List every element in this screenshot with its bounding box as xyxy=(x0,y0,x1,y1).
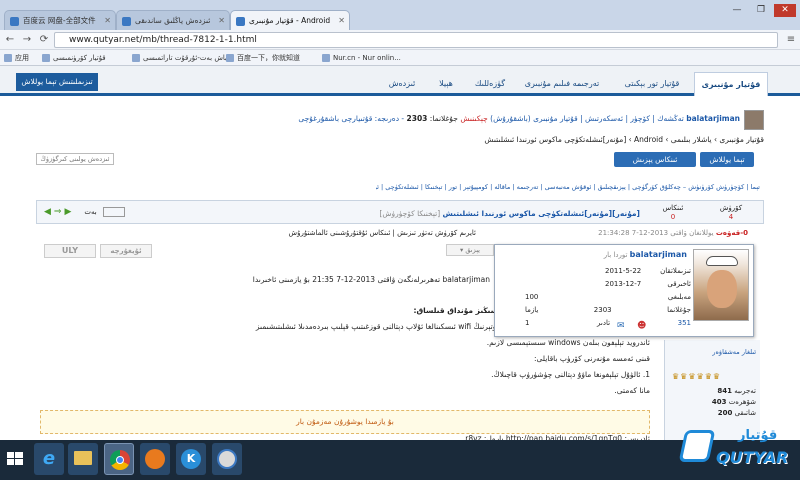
close-tab-icon[interactable]: ✕ xyxy=(218,11,225,30)
username-link[interactable]: balatarjiman xyxy=(686,114,740,123)
cap-shape xyxy=(706,256,738,266)
breadcrumb[interactable]: قۇتيار مۇنبىرى › ياشلار بىلىمى › Android… xyxy=(300,134,764,146)
print-icon[interactable]: ⇒ xyxy=(54,207,62,217)
recorder-icon[interactable] xyxy=(212,443,242,475)
user-links[interactable]: تەڭشەك | كۆچۈر | ئەسكەرتىش | قۇتيار مۇنب… xyxy=(490,114,684,123)
qutyar-icon xyxy=(236,17,245,26)
forward-icon[interactable]: → xyxy=(20,33,34,47)
start-button[interactable] xyxy=(2,443,28,475)
chrome-icon[interactable] xyxy=(104,443,134,475)
close-window-button[interactable]: ✕ xyxy=(774,4,796,17)
font-select[interactable]: ▾ يېزىق xyxy=(446,244,494,256)
thread-title[interactable]: [مۇنەر][مۇنەر]ئىشلەتكۈچى ماكوس ئورنىدا ئ… xyxy=(443,209,640,218)
browser-tabstrip: 百度云 网盘-全部文件 ✕ ئىزدەش ياڭلىق ساندىقى ✕ قۇ… xyxy=(0,0,800,30)
address-bar[interactable]: www.qutyar.net/mb/thread-7812-1-1.html xyxy=(54,32,778,48)
new-thread-button[interactable]: تېما يوللاش xyxy=(700,152,754,167)
author-title: ئىلغار مەشقاۋەر xyxy=(712,348,756,356)
browser-tab-baidu[interactable]: 百度云 网盘-全部文件 ✕ xyxy=(4,10,116,30)
search-input[interactable]: ئىزدەش يولىنى كىرگۈزۈڭ xyxy=(36,153,114,165)
k-app-icon[interactable]: K xyxy=(176,443,206,475)
user-group: - دەرىجە: قۇتىيارچى باشقۇرغۇچى xyxy=(298,114,405,123)
ie-icon[interactable]: e xyxy=(34,443,64,475)
card-stats: 2011-5-22 تىزىملاتقان 2013-12-7 ئاخىرقى 10… xyxy=(525,267,691,327)
side-stats: تەجرىبە 841 شۆھرەت 403 شاتىقى 200 xyxy=(711,387,756,417)
bookmark-apps[interactable]: 应用 xyxy=(4,52,29,64)
avatar-small[interactable] xyxy=(744,110,764,130)
face-shape xyxy=(707,270,737,308)
register-post-button[interactable]: تىزىملىتىش تېما يوللاش xyxy=(16,73,98,91)
page-label: بەت xyxy=(84,208,97,216)
message-icon[interactable]: ✉ xyxy=(617,321,625,331)
card-header: balatarjiman توردا بار xyxy=(603,250,687,259)
prev-arrow-icon[interactable]: ◀ xyxy=(44,207,51,217)
nav-tips[interactable]: ھېيلا xyxy=(426,72,466,96)
pager: ◀ ⇒ ▶ بەت xyxy=(44,206,125,218)
post-date: يوللانغان ۋاقتى 2013-12-7 21:34:28 xyxy=(598,229,714,237)
user-badge-icon: ☻ xyxy=(637,321,647,331)
qutyar-logo-icon xyxy=(678,430,716,462)
post-options[interactable]: ئايرىم كۆرۈش تەتۈر تىزىش | ئىنكاس ئۇقتۇر… xyxy=(46,228,476,238)
views-cell: كۆرۈش 4 xyxy=(719,204,743,221)
hidden-content-box: بۇ يازمىدا يوشۇرۇن مەزمۇن بار xyxy=(40,410,650,434)
nav-forum[interactable]: قۇتيار مۇنبىرى xyxy=(694,72,768,96)
reload-icon[interactable]: ⟳ xyxy=(37,33,51,47)
menu-icon[interactable]: ≡ xyxy=(784,33,798,47)
bookmark-nur[interactable]: Nur.cn - Nur onlin... xyxy=(322,52,401,64)
bookmark-qutyar[interactable]: قۇتيار كۆرۈنمىسى xyxy=(42,52,106,64)
floor-number: 0-قەۋەت xyxy=(715,229,748,237)
browser-toolbar: ← → ⟳ www.qutyar.net/mb/thread-7812-1-1.… xyxy=(0,30,800,50)
bookmarks-bar: 应用 قۇتيار كۆرۈنمىسى باش بەت-ئۇرقۇت تارات… xyxy=(0,50,800,66)
nav-beauty[interactable]: گۈزەللىك xyxy=(468,72,512,96)
reply-button[interactable]: ئىنكاس يېزىش xyxy=(614,152,696,167)
user-avatar[interactable] xyxy=(693,249,749,321)
minimize-button[interactable]: — xyxy=(726,4,748,17)
thread-title-suffix: [تېخنىكا كۆچۈرۈش] xyxy=(379,209,441,218)
close-tab-icon[interactable]: ✕ xyxy=(104,11,111,30)
back-icon[interactable]: ← xyxy=(3,33,17,47)
thread-title-row: [مۇنەر][مۇنەر]ئىشلەتكۈچى ماكوس ئورنىدا ئ… xyxy=(379,208,640,220)
points-label: جۇغلانما: xyxy=(429,114,458,123)
post-meta: 0-قەۋەت يوللانغان ۋاقتى 2013-12-7 21:34:… xyxy=(480,228,748,238)
nav-website[interactable]: قۇتيار تور بېكىتى xyxy=(612,72,692,96)
media-player-icon[interactable] xyxy=(140,443,170,475)
page-input[interactable] xyxy=(102,207,125,217)
baidu-icon xyxy=(10,17,19,26)
site-icon xyxy=(122,17,131,26)
browser-tab-qutyar[interactable]: قۇتيار مۇنبىرى - Android ✕ xyxy=(230,10,350,30)
user-bar: balatarjiman تەڭشەك | كۆچۈر | ئەسكەرتىش … xyxy=(260,112,740,126)
bookmark-news[interactable]: باش بەت-ئۇرقۇت تاراتمىسى xyxy=(132,52,227,64)
uyghur-button[interactable]: ئۇيغۇرچە xyxy=(100,244,152,258)
nav-movies[interactable]: تەرجىمە فىلىم مۇنبىرى xyxy=(514,72,610,96)
bookmark-baidu[interactable]: 百度一下，你就知道 xyxy=(226,52,300,64)
qutyar-watermark: قۇتيار QUTYAR xyxy=(676,428,796,474)
browser-tab-search[interactable]: ئىزدەش ياڭلىق ساندىقى ✕ xyxy=(116,10,230,30)
category-tags[interactable]: تېما | كۆچۈرۈش كۆرۈنۈش – چەكلۇق كۆرگۈچى … xyxy=(376,182,760,192)
edited-note: balatarjiman تەھرىرلەنگەن ۋاقتى 2013-12-… xyxy=(252,275,490,284)
maximize-button[interactable]: ❐ xyxy=(750,4,772,17)
points-value: 2303 xyxy=(406,114,428,123)
user-info-card: balatarjiman توردا بار 2011-5-22 تىزىملات… xyxy=(494,244,754,337)
site-navigation: قۇتيار مۇنبىرى قۇتيار تور بېكىتى تەرجىمە… xyxy=(0,66,800,96)
file-explorer-icon[interactable] xyxy=(68,443,98,475)
nav-search[interactable]: ئىزدەش xyxy=(380,72,424,96)
replies-cell: ئىنكاس 0 xyxy=(662,204,684,221)
medals-row: ♛♛♛♛♛♛ xyxy=(672,372,722,381)
logout-link[interactable]: چېكىنىش xyxy=(460,114,487,123)
close-tab-icon[interactable]: ✕ xyxy=(338,11,345,30)
next-arrow-icon[interactable]: ▶ xyxy=(64,207,71,217)
uly-button[interactable]: ULY xyxy=(44,244,96,258)
